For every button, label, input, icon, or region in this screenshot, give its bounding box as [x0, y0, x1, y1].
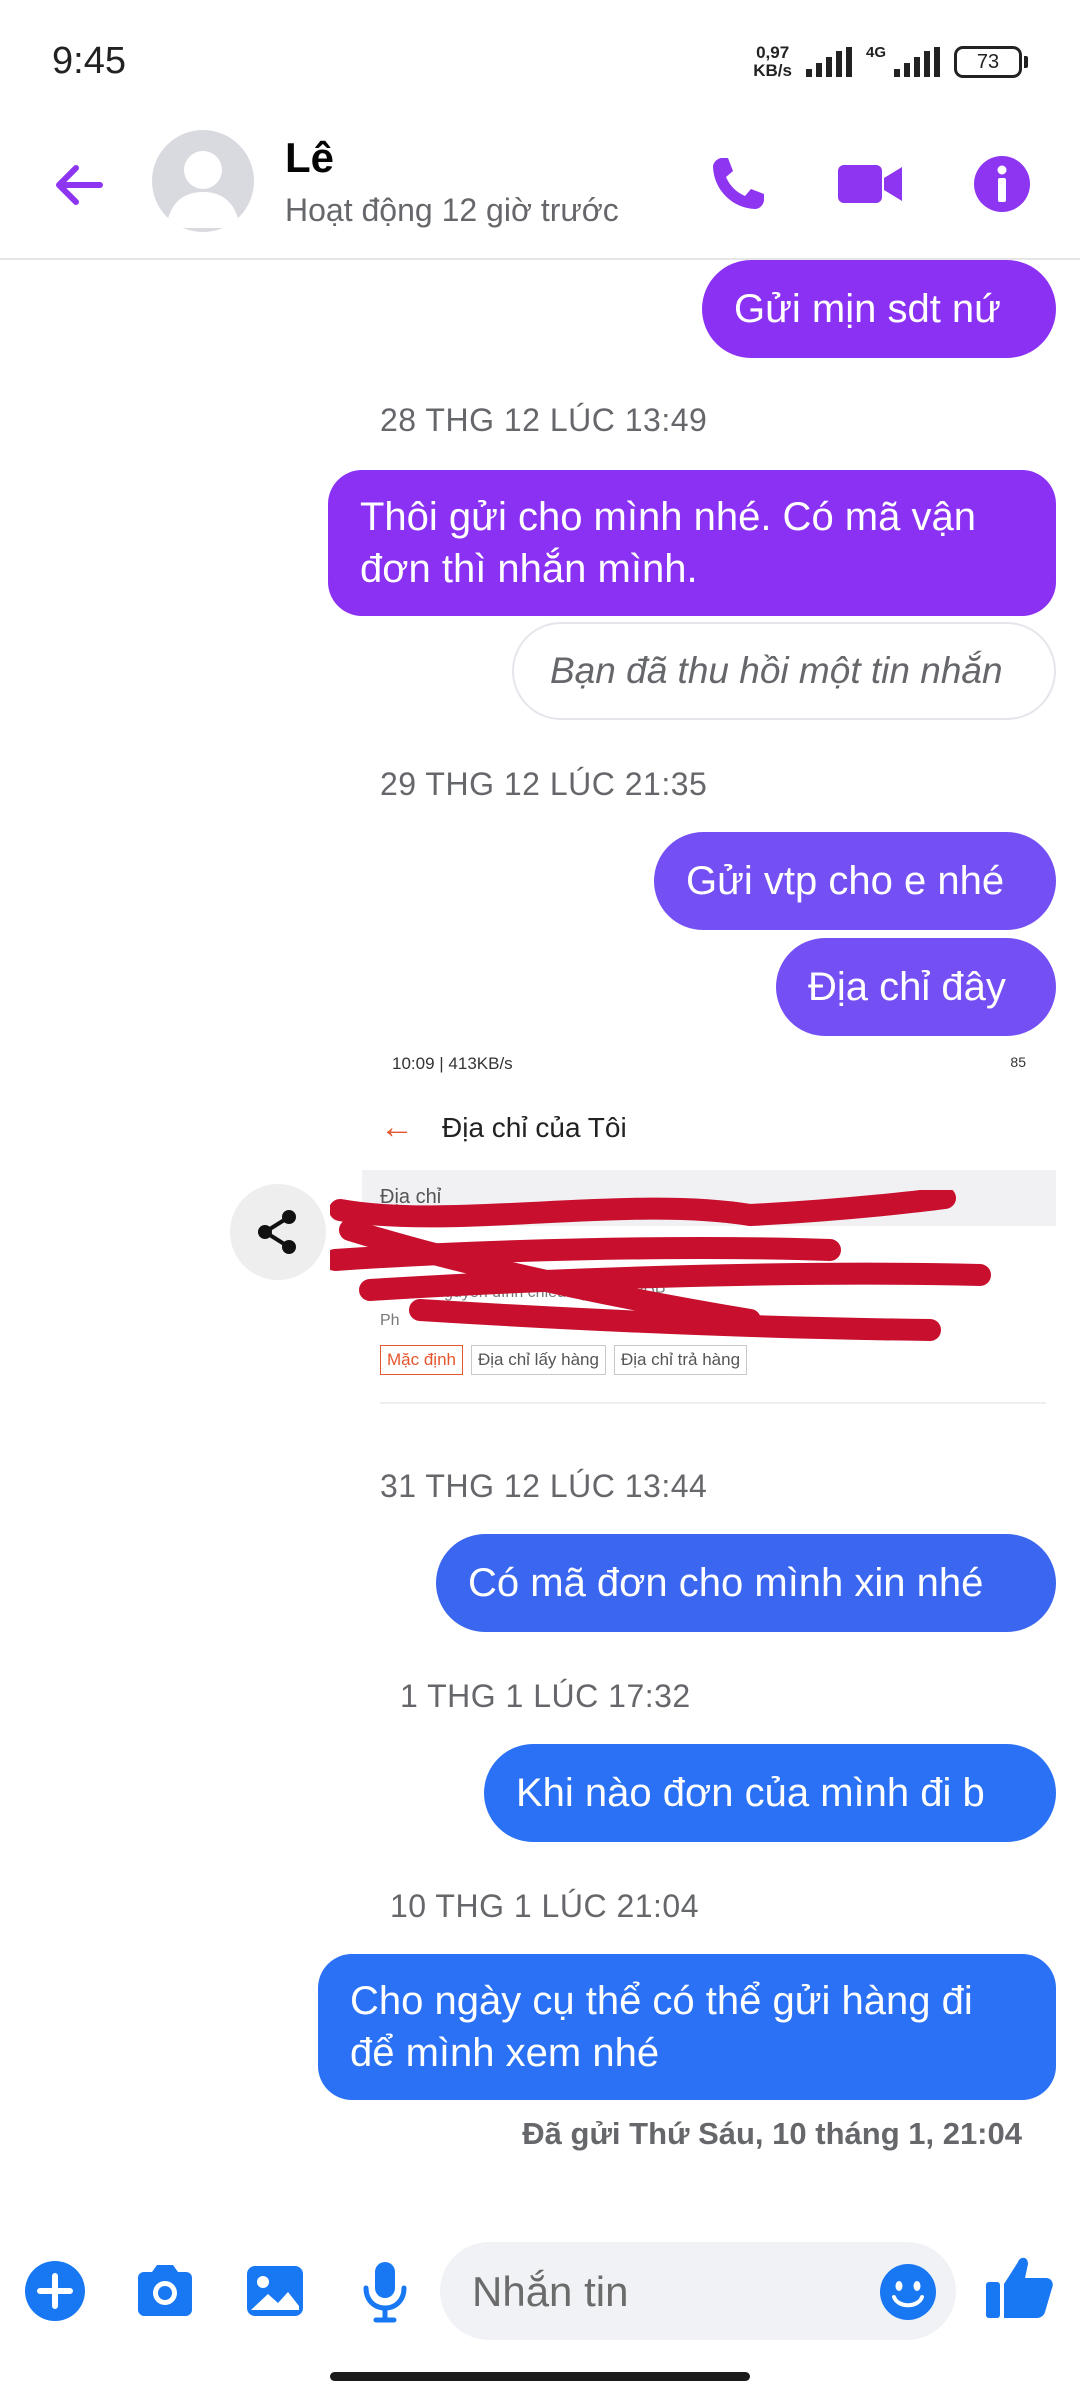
- default-avatar-icon: [166, 151, 240, 228]
- attachment-divider: [380, 1402, 1046, 1404]
- status-time: 9:45: [52, 40, 126, 82]
- attachment-status-left: 10:09 | 413KB/s: [392, 1054, 513, 1073]
- message-bubble[interactable]: Có mã đơn cho mình xin nhé: [436, 1534, 1056, 1632]
- signal-icon-2: [894, 47, 940, 77]
- message-input[interactable]: Nhắn tin: [440, 2242, 956, 2340]
- video-icon[interactable]: [834, 148, 906, 220]
- speed-value: 0,97: [756, 43, 790, 62]
- attachment-back-icon: ←: [380, 1108, 414, 1146]
- network-speed: 0,97 KB/s: [753, 44, 792, 80]
- home-indicator[interactable]: [330, 2372, 750, 2381]
- timestamp: 10 THG 1 LÚC 21:04: [390, 1888, 700, 1924]
- battery-level: 73: [954, 46, 1022, 78]
- recalled-message: Bạn đã thu hồi một tin nhắn: [512, 622, 1056, 720]
- mic-icon[interactable]: [352, 2258, 418, 2324]
- sent-status: Đã gửi Thứ Sáu, 10 tháng 1, 21:04: [522, 2116, 1022, 2151]
- status-bar: 9:45 0,97 KB/s 4G 73: [0, 0, 1080, 120]
- plus-icon[interactable]: [22, 2258, 88, 2324]
- composer: Nhắn tin: [0, 2230, 1080, 2340]
- share-icon: [258, 1210, 296, 1254]
- message-bubble[interactable]: Gửi mịn sdt nứ: [702, 260, 1056, 358]
- phone-icon[interactable]: [702, 148, 774, 220]
- redaction-scribble: [330, 1190, 991, 1341]
- speed-unit: KB/s: [753, 61, 792, 80]
- timestamp: 28 THG 12 LÚC 13:49: [380, 402, 708, 438]
- contact-name[interactable]: Lê: [285, 134, 334, 182]
- attachment-status-right: 85: [1010, 1054, 1026, 1070]
- avatar[interactable]: [152, 130, 254, 232]
- timestamp: 31 THG 12 LÚC 13:44: [380, 1468, 708, 1504]
- info-icon[interactable]: [966, 148, 1038, 220]
- message-bubble[interactable]: Khi nào đơn của mình đi b: [484, 1744, 1056, 1842]
- timestamp: 29 THG 12 LÚC 21:35: [380, 766, 708, 802]
- message-bubble[interactable]: Cho ngày cụ thể có thể gửi hàng đi để mì…: [318, 1954, 1056, 2100]
- back-arrow-icon[interactable]: [44, 150, 114, 220]
- camera-icon[interactable]: [132, 2258, 198, 2324]
- network-type: 4G: [865, 44, 886, 61]
- attachment-title: Địa chỉ của Tôi: [442, 1112, 627, 1143]
- gallery-icon[interactable]: [242, 2258, 308, 2324]
- status-indicators: 0,97 KB/s 4G 73: [753, 44, 1028, 80]
- signal-icon: [805, 47, 852, 77]
- share-button[interactable]: [230, 1184, 326, 1280]
- message-input-placeholder: Nhắn tin: [472, 2268, 629, 2315]
- timestamp: 1 THG 1 LÚC 17:32: [400, 1678, 691, 1714]
- thumbs-up-icon[interactable]: [982, 2250, 1058, 2326]
- battery-icon: 73: [954, 46, 1028, 78]
- conversation-header: Lê Hoạt động 12 giờ trước: [0, 120, 1080, 260]
- message-bubble[interactable]: Địa chỉ đây: [776, 938, 1056, 1036]
- message-bubble[interactable]: Thôi gửi cho mình nhé. Có mã vận đơn thì…: [328, 470, 1056, 616]
- active-status: Hoạt động 12 giờ trước: [285, 192, 619, 228]
- emoji-icon[interactable]: [878, 2262, 938, 2322]
- message-bubble[interactable]: Gửi vtp cho e nhé: [654, 832, 1056, 930]
